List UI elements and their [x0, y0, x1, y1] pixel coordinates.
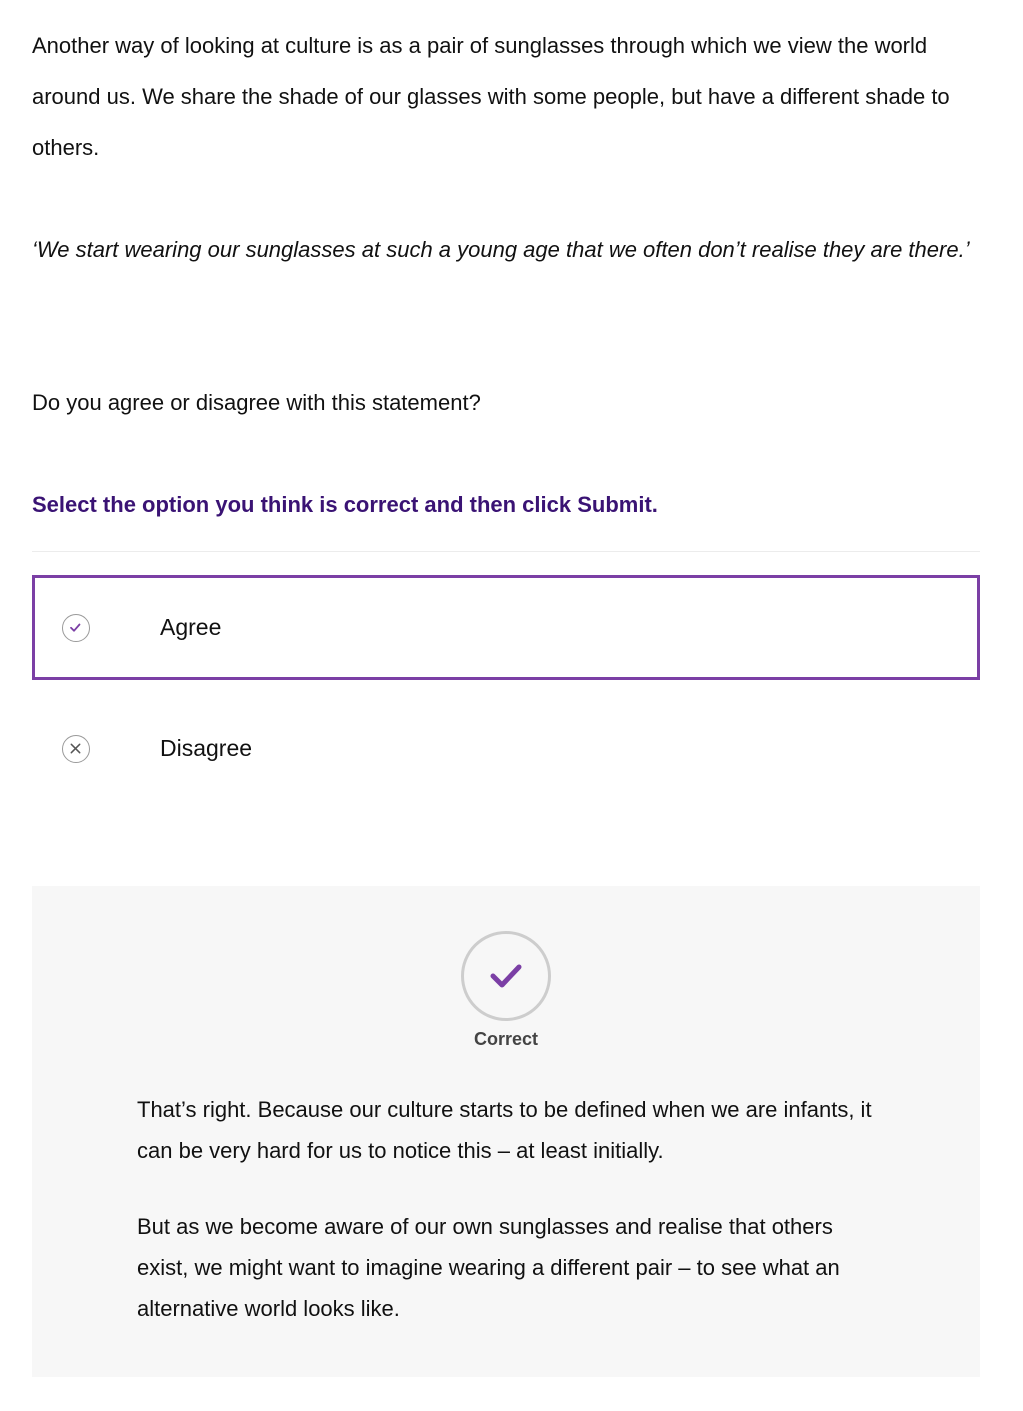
feedback-paragraph: But as we become aware of our own sungla…	[137, 1214, 840, 1321]
question-text: Do you agree or disagree with this state…	[32, 390, 481, 415]
check-icon	[62, 614, 90, 642]
option-agree[interactable]: Agree	[32, 575, 980, 680]
option-disagree[interactable]: Disagree	[32, 696, 980, 801]
check-icon	[461, 931, 551, 1021]
status-label: Correct	[473, 1029, 539, 1049]
divider	[32, 551, 980, 552]
option-label: Agree	[160, 614, 222, 640]
close-icon	[62, 735, 90, 763]
feedback-panel: Correct That’s right. Because our cultur…	[32, 886, 980, 1377]
option-label: Disagree	[160, 735, 253, 761]
instruction-text: Select the option you think is correct a…	[32, 492, 658, 517]
feedback-paragraph: That’s right. Because our culture starts…	[137, 1097, 872, 1163]
quote-paragraph: ‘We start wearing our sunglasses at such…	[32, 237, 970, 262]
intro-paragraph: Another way of looking at culture is as …	[32, 33, 950, 160]
